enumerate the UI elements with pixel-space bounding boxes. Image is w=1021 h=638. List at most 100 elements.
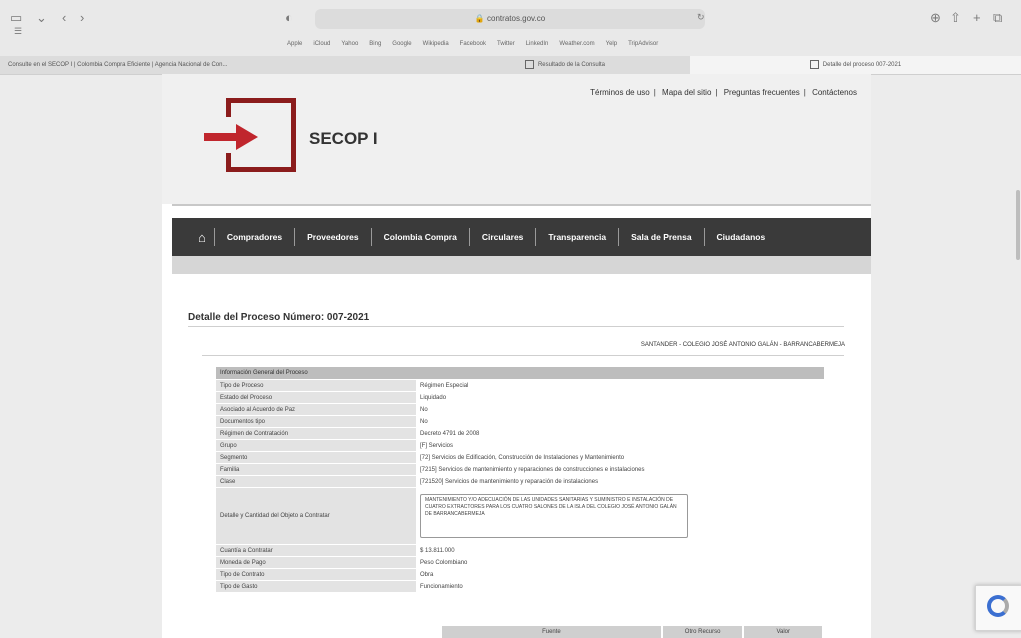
tab-results[interactable]: Resultado de la Consulta [440,56,690,74]
address-bar[interactable]: 🔒 contratos.gov.co [315,9,705,29]
table-row: Familia [7215] Servicios de mantenimiento… [216,463,824,476]
table-row: Grupo [F] Servicios [216,439,824,452]
favorite-link[interactable]: Yahoo [341,41,358,47]
favorite-link[interactable]: Weather.com [559,41,594,47]
top-links: Términos de uso | Mapa del sitio | Pregunt… [590,88,857,97]
table-row: Moneda de Pago Peso Colombiano [216,556,824,569]
column-header-valor: Valor [744,626,825,638]
main-nav: ⌂ Compradores Proveedores Colombia Compr… [172,218,871,256]
table-row: Tipo de Gasto Funcionamiento [216,580,824,593]
table-row: Asociado al Acuerdo de Paz No [216,403,824,416]
favorite-link[interactable]: Facebook [460,41,486,47]
row-value: [72] Servicios de Edificación, Construcc… [416,451,824,464]
row-label: Clase [216,475,416,488]
row-label: Tipo de Contrato [216,568,416,581]
favorite-link[interactable]: iCloud [313,41,330,47]
row-value: Mantenimiento y/o adecuación de las unid… [416,487,824,545]
favorite-link[interactable]: Wikipedia [423,41,449,47]
sidebar-icon[interactable]: ▭ [10,10,22,26]
tab-label: Consulte en el SECOP I | Colombia Compra… [8,62,228,68]
table-row: Detalle y Cantidad del Objeto a Contrata… [216,487,824,545]
favorites-bar: Apple iCloud Yahoo Bing Google Wikipedia Faceb… [0,38,1021,52]
page-icon [524,59,534,69]
table-header-row: Información General del Proceso [216,367,824,380]
row-label: Tipo de Proceso [216,379,416,392]
table-row: Clase [721520] Servicios de mantenimiento… [216,475,824,488]
row-label: Régimen de Contratación [216,427,416,440]
browser-toolbar: ▭ ⌄ ‹ › ☰ ◐ 🔒 contratos.gov.co ↻ ⊕ ⇧ + ⧉ [0,0,1021,40]
nav-item-proveedores[interactable]: Proveedores [294,228,371,246]
sub-nav-bar [172,256,871,274]
chevron-down-icon[interactable]: ⌄ [36,10,47,26]
favorite-link[interactable]: TripAdvisor [628,41,658,47]
row-label: Detalle y Cantidad del Objeto a Contrata… [216,487,416,545]
table-row: Cuantía a Contratar $ 13.811.000 [216,544,824,557]
page-icon [809,59,819,69]
terms-link[interactable]: Términos de uso [590,88,650,97]
title-divider [188,326,844,327]
detail-textarea[interactable]: Mantenimiento y/o adecuación de las unid… [420,494,688,538]
nav-item-compradores[interactable]: Compradores [213,228,294,246]
menu-icon[interactable]: ☰ [14,26,22,37]
row-value: No [416,403,824,416]
nav-item-ciudadanos[interactable]: Ciudadanos [703,228,778,246]
row-label: Asociado al Acuerdo de Paz [216,403,416,416]
entity-name: SANTANDER - COLEGIO JOSÉ ANTONIO GALÁN -… [640,342,845,348]
entity-divider [202,355,844,356]
favorite-link[interactable]: Yelp [606,41,617,47]
home-icon[interactable]: ⌂ [198,230,206,245]
logo-arrow-icon [204,124,258,150]
nav-item-transparencia[interactable]: Transparencia [535,228,618,246]
logo-text[interactable]: SECOP I [309,129,378,149]
section-header: Información General del Proceso [216,367,824,380]
funding-table-header: Fuente Otro Recurso Valor [442,626,825,638]
row-label: Moneda de Pago [216,556,416,569]
row-value: [7215] Servicios de mantenimiento y repa… [416,463,824,476]
table-row: Documentos tipo No [216,415,824,428]
row-value: Decreto 4791 de 2008 [416,427,824,440]
nav-item-sala-prensa[interactable]: Sala de Prensa [618,228,703,246]
process-info-table: Información General del Proceso Tipo de … [216,367,824,593]
forward-icon[interactable]: › [80,10,84,25]
tab-label: Resultado de la Consulta [537,62,606,68]
faq-link[interactable]: Preguntas frecuentes [724,88,800,97]
favorite-link[interactable]: Twitter [497,41,515,47]
favorite-link[interactable]: LinkedIn [526,41,549,47]
contact-link[interactable]: Contáctenos [812,88,857,97]
row-label: Cuantía a Contratar [216,544,416,557]
sitemap-link[interactable]: Mapa del sitio [662,88,711,97]
row-value: Liquidado [416,391,824,404]
row-label: Tipo de Gasto [216,580,416,593]
row-value: Obra [416,568,824,581]
tab-label: Detalle del proceso 007-2021 [822,62,902,68]
row-label: Segmento [216,451,416,464]
back-icon[interactable]: ‹ [62,10,66,25]
scrollbar[interactable] [1016,190,1020,260]
row-label: Documentos tipo [216,415,416,428]
nav-item-circulares[interactable]: Circulares [468,228,536,246]
nav-item-colombia-compra[interactable]: Colombia Compra [370,228,469,246]
favorite-link[interactable]: Google [392,41,411,47]
row-value: No [416,415,824,428]
table-row: Estado del Proceso Liquidado [216,391,824,404]
table-row: Tipo de Contrato Obra [216,568,824,581]
tab-overview-icon[interactable]: ⧉ [993,10,1002,26]
recaptcha-badge[interactable] [975,585,1021,631]
tab-process-detail[interactable]: Detalle del proceso 007-2021 [690,56,1021,74]
column-header-otro-recurso: Otro Recurso [662,626,745,638]
favorite-link[interactable]: Apple [287,41,302,47]
header-divider [172,204,871,206]
reload-icon[interactable]: ↻ [697,12,705,23]
favorite-link[interactable]: Bing [369,41,381,47]
column-header-fuente: Fuente [442,626,663,638]
row-value: [F] Servicios [416,439,824,452]
tab-secop-search[interactable]: Consulte en el SECOP I | Colombia Compra… [0,56,440,74]
new-tab-icon[interactable]: + [973,10,981,25]
share-icon[interactable]: ⇧ [950,10,961,26]
privacy-icon[interactable]: ◐ [285,10,293,25]
site-header: Términos de uso | Mapa del sitio | Pregunt… [162,74,871,204]
download-icon[interactable]: ⊕ [930,10,941,26]
recaptcha-icon [987,595,1009,617]
tab-strip: Consulte en el SECOP I | Colombia Compra… [0,56,1021,74]
row-value: Peso Colombiano [416,556,824,569]
